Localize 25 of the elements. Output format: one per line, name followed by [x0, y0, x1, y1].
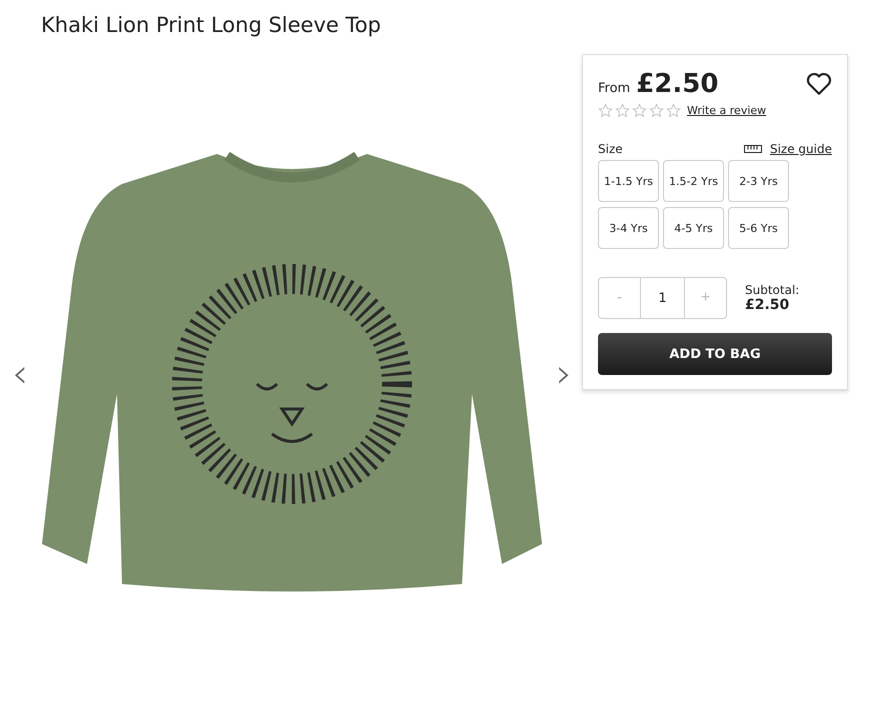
- star-icon: [649, 103, 664, 118]
- star-icon: [615, 103, 630, 118]
- size-guide-link[interactable]: Size guide: [770, 142, 832, 156]
- size-option[interactable]: 2-3 Yrs: [728, 160, 789, 202]
- star-icon: [632, 103, 647, 118]
- star-icon: [598, 103, 613, 118]
- size-option[interactable]: 4-5 Yrs: [663, 207, 724, 249]
- ruler-icon: [744, 145, 762, 153]
- size-option[interactable]: 1.5-2 Yrs: [663, 160, 724, 202]
- write-review-link[interactable]: Write a review: [687, 104, 766, 117]
- product-title: Khaki Lion Print Long Sleeve Top: [40, 12, 382, 39]
- next-image-button[interactable]: ›: [552, 354, 576, 394]
- quantity-field[interactable]: 1: [641, 277, 684, 319]
- heart-icon[interactable]: [806, 72, 832, 96]
- price: £2.50: [636, 69, 718, 99]
- size-option[interactable]: 1-1.5 Yrs: [598, 160, 659, 202]
- from-label: From: [598, 81, 630, 96]
- size-option[interactable]: 3-4 Yrs: [598, 207, 659, 249]
- subtotal-value: £2.50: [745, 297, 790, 313]
- add-to-bag-button[interactable]: ADD TO BAG: [598, 333, 832, 375]
- subtotal-label: Subtotal:: [745, 283, 800, 297]
- size-label: Size: [598, 142, 623, 156]
- previous-image-button[interactable]: ‹: [8, 354, 32, 394]
- size-option[interactable]: 5-6 Yrs: [728, 207, 789, 249]
- star-icon: [666, 103, 681, 118]
